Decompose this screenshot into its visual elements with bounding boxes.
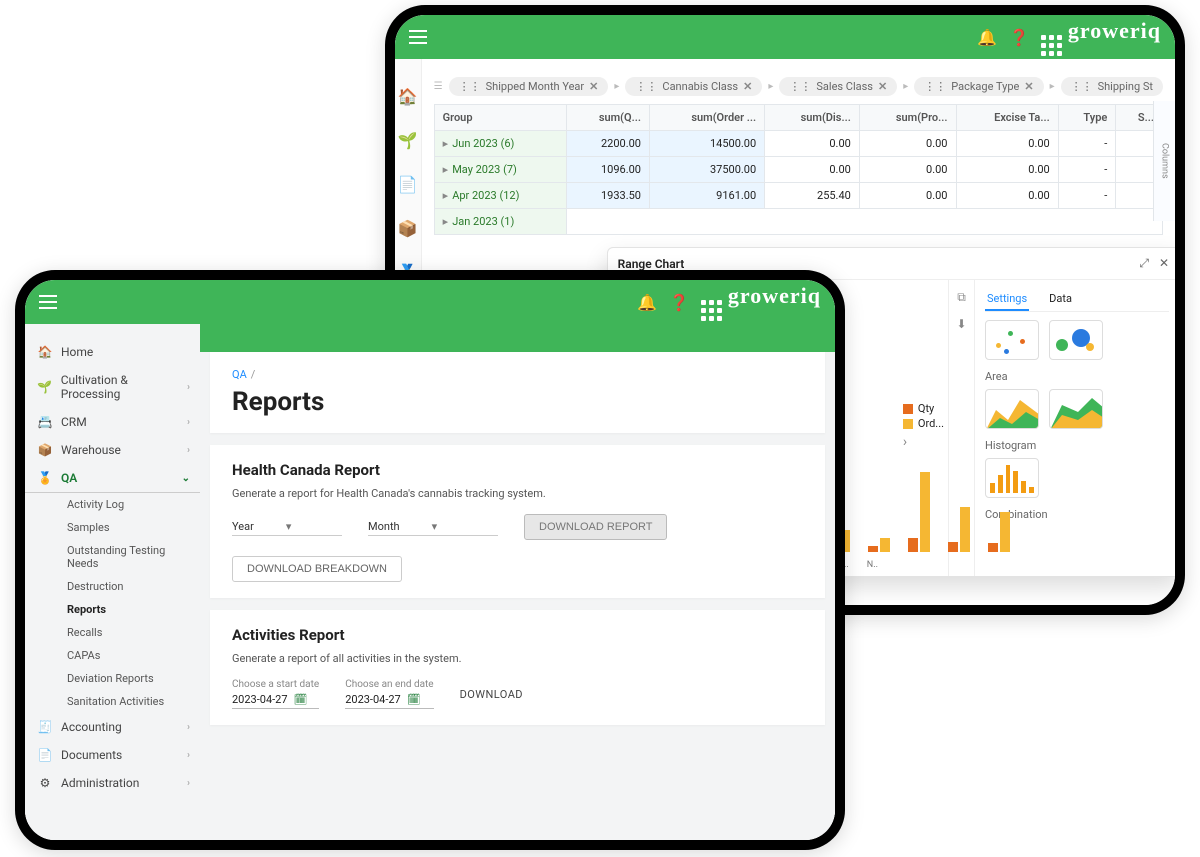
page-header-card: QA/ Reports (210, 352, 825, 433)
tab-settings[interactable]: Settings (985, 288, 1029, 311)
help-icon[interactable]: ❓ (669, 293, 689, 312)
col-qty[interactable]: sum(Q... (566, 105, 649, 131)
activities-download-button[interactable]: DOWNLOAD (460, 688, 523, 701)
chart-type-area-stacked[interactable] (1049, 389, 1103, 429)
nav-accounting[interactable]: 🧾Accounting› (25, 713, 200, 741)
nav-admin[interactable]: ⚙Administration› (25, 769, 200, 797)
nav-home[interactable]: 🏠Home (25, 338, 200, 366)
ar-desc: Generate a report of all activities in t… (232, 652, 803, 665)
start-date-input[interactable]: 2023-04-27🗓 (232, 693, 319, 709)
nav-qa[interactable]: 🏅QA⌄ (25, 464, 200, 493)
col-tax[interactable]: Excise Ta... (956, 105, 1058, 131)
col-group[interactable]: Group (434, 105, 566, 131)
year-select[interactable]: Year▾ (232, 518, 342, 536)
filter-chip-row: ☰ ⋮⋮Shipped Month Year✕▸ ⋮⋮Cannabis Clas… (434, 77, 1163, 96)
hc-desc: Generate a report for Health Canada's ca… (232, 487, 803, 500)
chart-type-bubble[interactable] (1049, 320, 1103, 360)
help-icon[interactable]: ❓ (1009, 28, 1029, 47)
nav-qa-sanitation[interactable]: Sanitation Activities (59, 690, 200, 713)
chip-cannabis-class[interactable]: ⋮⋮Cannabis Class✕ (625, 77, 762, 96)
pivot-table[interactable]: Group sum(Q... sum(Order ... sum(Dis... … (434, 104, 1163, 235)
table-row: ▸May 2023 (7)1096.0037500.000.000.000.00… (434, 157, 1162, 183)
download-icon[interactable]: ⬇ (956, 317, 966, 331)
box-icon[interactable]: 📦 (398, 219, 418, 239)
chart-type-area[interactable] (985, 389, 1039, 429)
tab-data[interactable]: Data (1047, 288, 1074, 311)
section-combo-label: Combination (985, 508, 1169, 521)
nav-sidebar: 🏠Home 🌱Cultivation & Processing› 📇CRM› 📦… (25, 324, 200, 840)
menu-icon[interactable] (39, 295, 57, 309)
section-area-label: Area (985, 370, 1169, 383)
nav-qa-deviation[interactable]: Deviation Reports (59, 667, 200, 690)
end-date-input[interactable]: 2023-04-27🗓 (345, 693, 433, 709)
month-select[interactable]: Month▾ (368, 518, 498, 536)
nav-qa-reports[interactable]: Reports (59, 598, 200, 621)
nav-qa-capas[interactable]: CAPAs (59, 644, 200, 667)
nav-warehouse[interactable]: 📦Warehouse› (25, 436, 200, 464)
page-title: Reports (232, 387, 803, 417)
col-order[interactable]: sum(Order ... (649, 105, 764, 131)
nav-cultivation[interactable]: 🌱Cultivation & Processing› (25, 366, 200, 408)
nav-qa-activity[interactable]: Activity Log (59, 493, 200, 516)
calendar-icon: 🗓 (407, 693, 421, 706)
breadcrumb[interactable]: QA/ (232, 368, 803, 381)
doc-icon[interactable]: 📄 (398, 175, 418, 195)
nav-qa-samples[interactable]: Samples (59, 516, 200, 539)
home-icon[interactable]: 🏠 (398, 87, 418, 107)
calendar-icon: 🗓 (294, 693, 308, 706)
end-date-label: Choose an end date (345, 679, 433, 690)
ar-title: Activities Report (232, 626, 803, 644)
hc-title: Health Canada Report (232, 461, 803, 479)
close-icon[interactable]: ✕ (1159, 256, 1169, 271)
nav-qa-recalls[interactable]: Recalls (59, 621, 200, 644)
tablet-front: 🔔 ❓ groweriq 🏠Home 🌱Cultivation & Proces… (15, 270, 845, 850)
expand-icon[interactable]: ⤢ (1139, 256, 1149, 271)
chip-shipped-month[interactable]: ⋮⋮Shipped Month Year✕ (449, 77, 609, 96)
bell-icon[interactable]: 🔔 (977, 28, 997, 47)
plant-icon[interactable]: 🌱 (398, 131, 418, 151)
brand-logo: groweriq (701, 283, 821, 321)
brand-logo: groweriq (1041, 18, 1161, 56)
nav-documents[interactable]: 📄Documents› (25, 741, 200, 769)
col-pro[interactable]: sum(Pro... (859, 105, 956, 131)
table-row: ▸Jan 2023 (1) (434, 209, 1162, 235)
columns-side-tool[interactable]: Columns (1153, 101, 1175, 221)
chip-package-type[interactable]: ⋮⋮Package Type✕ (914, 77, 1043, 96)
activities-report-card: Activities Report Generate a report of a… (210, 610, 825, 725)
health-canada-card: Health Canada Report Generate a report f… (210, 445, 825, 598)
nav-qa-outstanding[interactable]: Outstanding Testing Needs (59, 539, 200, 575)
topbar-back: 🔔 ❓ groweriq (395, 15, 1175, 59)
chart-legend: Qty Ord... › (903, 400, 944, 452)
topbar-front: 🔔 ❓ groweriq (25, 280, 835, 324)
chip-sales-class[interactable]: ⋮⋮Sales Class✕ (779, 77, 897, 96)
nav-qa-destruction[interactable]: Destruction (59, 575, 200, 598)
table-row: ▸Jun 2023 (6)2200.0014500.000.000.000.00… (434, 131, 1162, 157)
nav-qa-sub: Activity Log Samples Outstanding Testing… (25, 493, 200, 713)
download-breakdown-button[interactable]: DOWNLOAD BREAKDOWN (232, 556, 402, 582)
chip-shipping-status[interactable]: ⋮⋮Shipping St (1061, 77, 1163, 96)
menu-icon[interactable] (409, 30, 427, 44)
col-type[interactable]: Type (1058, 105, 1116, 131)
download-report-button[interactable]: DOWNLOAD REPORT (524, 514, 667, 540)
col-dis[interactable]: sum(Dis... (765, 105, 860, 131)
start-date-label: Choose a start date (232, 679, 319, 690)
nav-crm[interactable]: 📇CRM› (25, 408, 200, 436)
bell-icon[interactable]: 🔔 (637, 293, 657, 312)
panel-title: Range Chart (618, 257, 685, 271)
main-content: QA/ Reports Health Canada Report Generat… (200, 324, 835, 840)
link-icon[interactable]: ⧉ (957, 290, 966, 305)
chart-type-scatter[interactable] (985, 320, 1039, 360)
table-row: ▸Apr 2023 (12)1933.509161.00255.400.000.… (434, 183, 1162, 209)
section-hist-label: Histogram (985, 439, 1169, 452)
chart-type-histogram[interactable] (985, 458, 1039, 498)
